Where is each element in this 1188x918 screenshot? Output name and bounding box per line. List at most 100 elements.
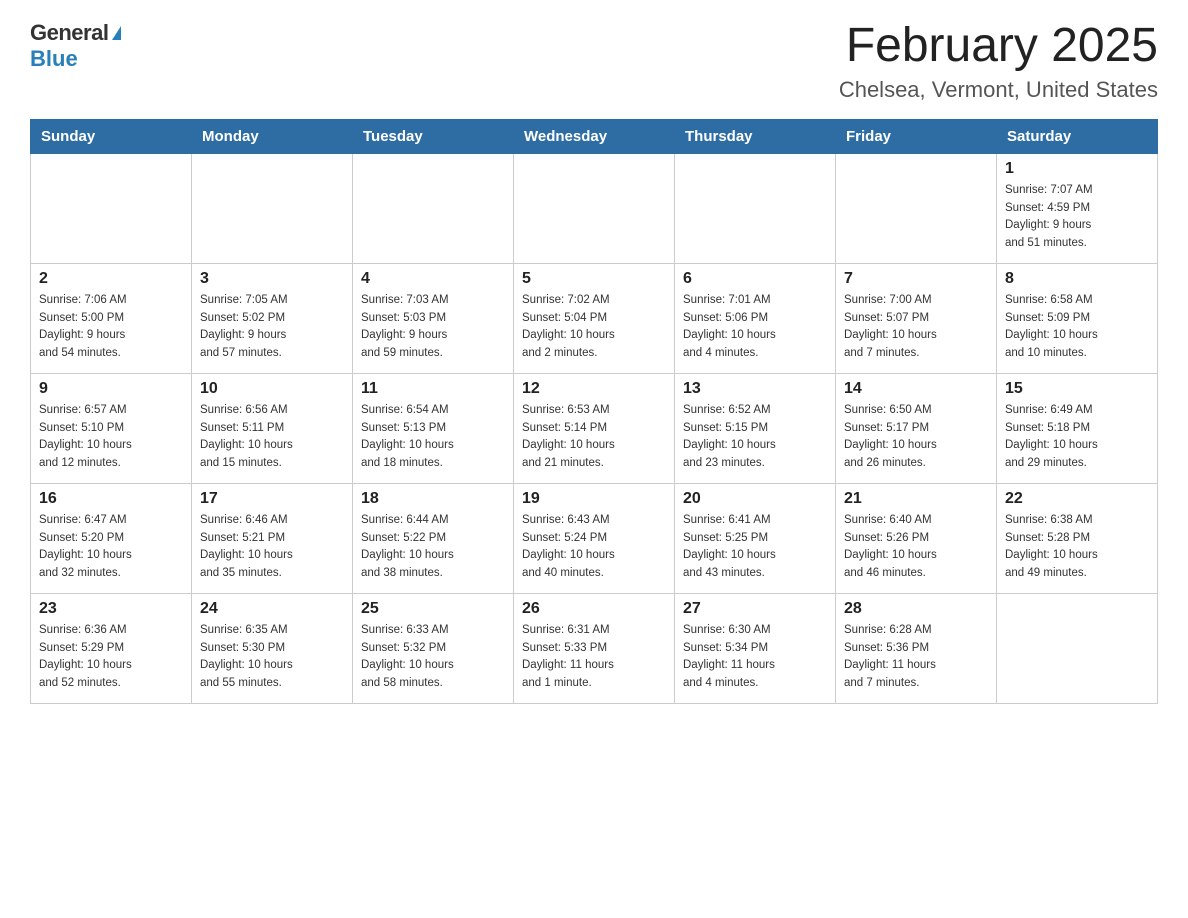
day-number: 2 <box>39 270 183 288</box>
day-info: Sunrise: 7:07 AMSunset: 4:59 PMDaylight:… <box>1005 182 1149 253</box>
day-info: Sunrise: 7:05 AMSunset: 5:02 PMDaylight:… <box>200 292 344 363</box>
day-info: Sunrise: 6:49 AMSunset: 5:18 PMDaylight:… <box>1005 402 1149 473</box>
calendar-cell: 27 Sunrise: 6:30 AMSunset: 5:34 PMDayligh… <box>675 593 836 703</box>
day-info: Sunrise: 6:57 AMSunset: 5:10 PMDaylight:… <box>39 402 183 473</box>
day-info: Sunrise: 7:02 AMSunset: 5:04 PMDaylight:… <box>522 292 666 363</box>
day-info: Sunrise: 6:40 AMSunset: 5:26 PMDaylight:… <box>844 512 988 583</box>
day-info: Sunrise: 7:01 AMSunset: 5:06 PMDaylight:… <box>683 292 827 363</box>
calendar-cell: 18 Sunrise: 6:44 AMSunset: 5:22 PMDayligh… <box>353 483 514 593</box>
day-info: Sunrise: 6:35 AMSunset: 5:30 PMDaylight:… <box>200 622 344 693</box>
calendar-table: SundayMondayTuesdayWednesdayThursdayFrid… <box>30 119 1158 704</box>
calendar-cell: 2 Sunrise: 7:06 AMSunset: 5:00 PMDaylight… <box>31 263 192 373</box>
day-info: Sunrise: 6:36 AMSunset: 5:29 PMDaylight:… <box>39 622 183 693</box>
calendar-cell: 10 Sunrise: 6:56 AMSunset: 5:11 PMDayligh… <box>192 373 353 483</box>
day-info: Sunrise: 6:43 AMSunset: 5:24 PMDaylight:… <box>522 512 666 583</box>
day-number: 6 <box>683 270 827 288</box>
day-info: Sunrise: 6:58 AMSunset: 5:09 PMDaylight:… <box>1005 292 1149 363</box>
day-info: Sunrise: 6:28 AMSunset: 5:36 PMDaylight:… <box>844 622 988 693</box>
calendar-cell: 14 Sunrise: 6:50 AMSunset: 5:17 PMDayligh… <box>836 373 997 483</box>
day-info: Sunrise: 6:56 AMSunset: 5:11 PMDaylight:… <box>200 402 344 473</box>
day-number: 5 <box>522 270 666 288</box>
logo-general-text: General <box>30 20 108 46</box>
calendar-week-row: 2 Sunrise: 7:06 AMSunset: 5:00 PMDaylight… <box>31 263 1158 373</box>
calendar-cell: 5 Sunrise: 7:02 AMSunset: 5:04 PMDaylight… <box>514 263 675 373</box>
calendar-cell: 19 Sunrise: 6:43 AMSunset: 5:24 PMDayligh… <box>514 483 675 593</box>
calendar-header-friday: Friday <box>836 119 997 153</box>
day-number: 10 <box>200 380 344 398</box>
logo-blue-text: Blue <box>30 46 78 72</box>
day-info: Sunrise: 6:47 AMSunset: 5:20 PMDaylight:… <box>39 512 183 583</box>
day-info: Sunrise: 6:53 AMSunset: 5:14 PMDaylight:… <box>522 402 666 473</box>
day-info: Sunrise: 7:00 AMSunset: 5:07 PMDaylight:… <box>844 292 988 363</box>
title-block: February 2025 Chelsea, Vermont, United S… <box>839 20 1158 103</box>
calendar-header-tuesday: Tuesday <box>353 119 514 153</box>
calendar-week-row: 1 Sunrise: 7:07 AMSunset: 4:59 PMDaylight… <box>31 153 1158 263</box>
day-number: 9 <box>39 380 183 398</box>
day-info: Sunrise: 6:46 AMSunset: 5:21 PMDaylight:… <box>200 512 344 583</box>
calendar-cell <box>31 153 192 263</box>
calendar-cell <box>836 153 997 263</box>
calendar-cell: 11Sunrise: 6:54 AMSunset: 5:13 PMDayligh… <box>353 373 514 483</box>
logo: General Blue <box>30 20 121 72</box>
page-header: General Blue February 2025 Chelsea, Verm… <box>30 20 1158 103</box>
day-number: 28 <box>844 600 988 618</box>
day-number: 12 <box>522 380 666 398</box>
day-number: 18 <box>361 490 505 508</box>
calendar-week-row: 23Sunrise: 6:36 AMSunset: 5:29 PMDayligh… <box>31 593 1158 703</box>
day-number: 13 <box>683 380 827 398</box>
day-number: 24 <box>200 600 344 618</box>
calendar-cell: 9 Sunrise: 6:57 AMSunset: 5:10 PMDaylight… <box>31 373 192 483</box>
calendar-cell: 6 Sunrise: 7:01 AMSunset: 5:06 PMDaylight… <box>675 263 836 373</box>
calendar-cell: 26 Sunrise: 6:31 AMSunset: 5:33 PMDayligh… <box>514 593 675 703</box>
calendar-subtitle: Chelsea, Vermont, United States <box>839 77 1158 103</box>
calendar-cell: 15 Sunrise: 6:49 AMSunset: 5:18 PMDayligh… <box>997 373 1158 483</box>
day-number: 1 <box>1005 160 1149 178</box>
calendar-cell: 3 Sunrise: 7:05 AMSunset: 5:02 PMDaylight… <box>192 263 353 373</box>
calendar-cell: 13 Sunrise: 6:52 AMSunset: 5:15 PMDayligh… <box>675 373 836 483</box>
day-number: 19 <box>522 490 666 508</box>
calendar-header-thursday: Thursday <box>675 119 836 153</box>
calendar-title: February 2025 <box>839 20 1158 73</box>
day-number: 8 <box>1005 270 1149 288</box>
day-number: 11 <box>361 380 505 398</box>
calendar-cell: 7 Sunrise: 7:00 AMSunset: 5:07 PMDaylight… <box>836 263 997 373</box>
day-info: Sunrise: 6:30 AMSunset: 5:34 PMDaylight:… <box>683 622 827 693</box>
day-info: Sunrise: 6:44 AMSunset: 5:22 PMDaylight:… <box>361 512 505 583</box>
calendar-header-wednesday: Wednesday <box>514 119 675 153</box>
calendar-cell: 28 Sunrise: 6:28 AMSunset: 5:36 PMDayligh… <box>836 593 997 703</box>
day-number: 22 <box>1005 490 1149 508</box>
calendar-cell: 8 Sunrise: 6:58 AMSunset: 5:09 PMDaylight… <box>997 263 1158 373</box>
calendar-cell <box>997 593 1158 703</box>
calendar-header-sunday: Sunday <box>31 119 192 153</box>
day-info: Sunrise: 7:06 AMSunset: 5:00 PMDaylight:… <box>39 292 183 363</box>
day-number: 26 <box>522 600 666 618</box>
calendar-cell: 12 Sunrise: 6:53 AMSunset: 5:14 PMDayligh… <box>514 373 675 483</box>
calendar-header-monday: Monday <box>192 119 353 153</box>
day-info: Sunrise: 6:31 AMSunset: 5:33 PMDaylight:… <box>522 622 666 693</box>
calendar-cell: 4Sunrise: 7:03 AMSunset: 5:03 PMDaylight… <box>353 263 514 373</box>
day-number: 17 <box>200 490 344 508</box>
calendar-cell: 25Sunrise: 6:33 AMSunset: 5:32 PMDayligh… <box>353 593 514 703</box>
day-info: Sunrise: 6:52 AMSunset: 5:15 PMDaylight:… <box>683 402 827 473</box>
day-number: 7 <box>844 270 988 288</box>
calendar-cell: 1 Sunrise: 7:07 AMSunset: 4:59 PMDaylight… <box>997 153 1158 263</box>
day-number: 3 <box>200 270 344 288</box>
calendar-cell: 24 Sunrise: 6:35 AMSunset: 5:30 PMDayligh… <box>192 593 353 703</box>
calendar-cell <box>514 153 675 263</box>
day-number: 16 <box>39 490 183 508</box>
day-info: Sunrise: 6:50 AMSunset: 5:17 PMDaylight:… <box>844 402 988 473</box>
calendar-cell <box>192 153 353 263</box>
calendar-header-row: SundayMondayTuesdayWednesdayThursdayFrid… <box>31 119 1158 153</box>
calendar-cell: 22 Sunrise: 6:38 AMSunset: 5:28 PMDayligh… <box>997 483 1158 593</box>
day-number: 27 <box>683 600 827 618</box>
day-info: Sunrise: 6:38 AMSunset: 5:28 PMDaylight:… <box>1005 512 1149 583</box>
calendar-cell <box>675 153 836 263</box>
calendar-header-saturday: Saturday <box>997 119 1158 153</box>
calendar-cell: 20Sunrise: 6:41 AMSunset: 5:25 PMDayligh… <box>675 483 836 593</box>
day-info: Sunrise: 6:41 AMSunset: 5:25 PMDaylight:… <box>683 512 827 583</box>
day-info: Sunrise: 6:33 AMSunset: 5:32 PMDaylight:… <box>361 622 505 693</box>
calendar-cell: 23Sunrise: 6:36 AMSunset: 5:29 PMDayligh… <box>31 593 192 703</box>
day-number: 15 <box>1005 380 1149 398</box>
calendar-cell: 17 Sunrise: 6:46 AMSunset: 5:21 PMDayligh… <box>192 483 353 593</box>
day-number: 14 <box>844 380 988 398</box>
